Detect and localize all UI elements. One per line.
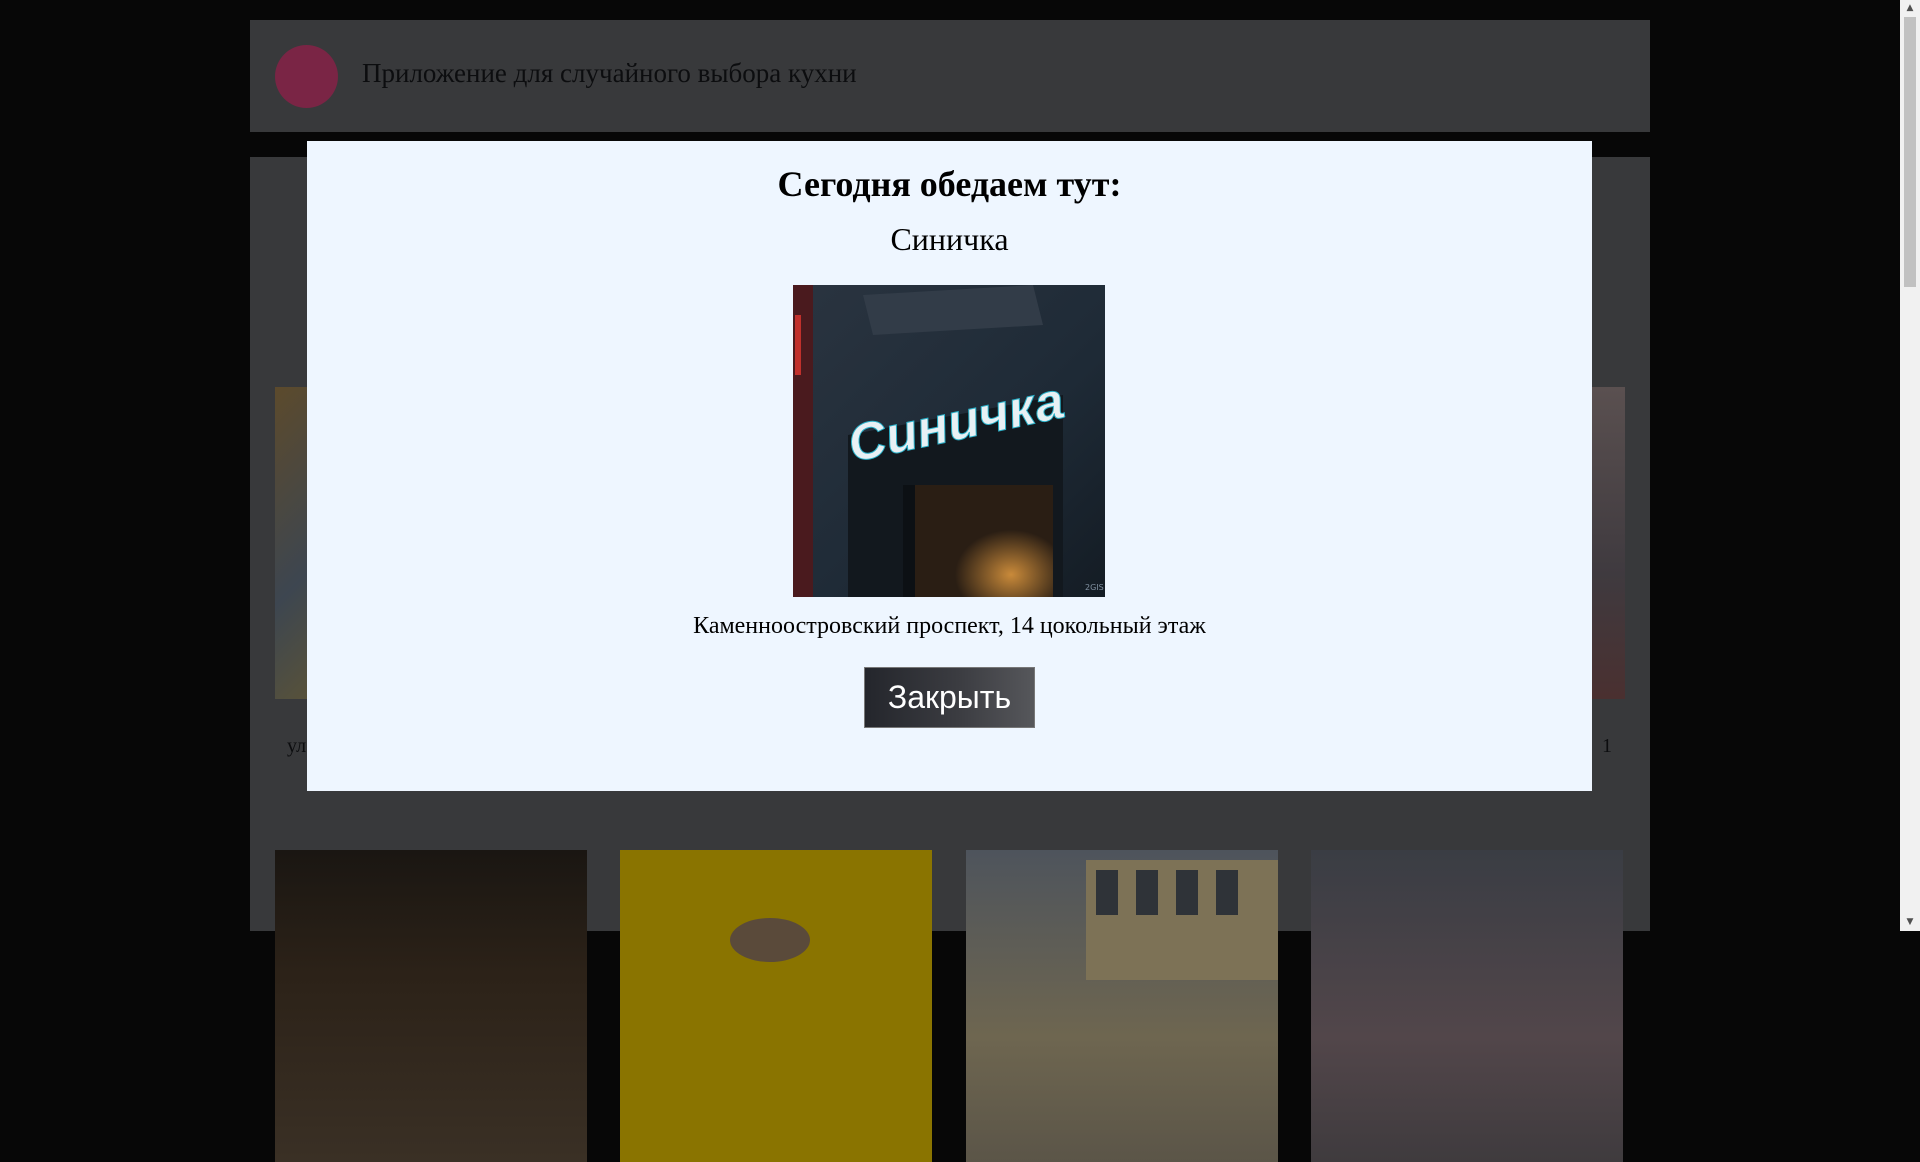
storefront-photo: Синичка 2GIS xyxy=(793,285,1105,597)
close-button[interactable]: Закрыть xyxy=(864,667,1035,728)
triangle-down-icon[interactable]: ▼ xyxy=(1900,914,1920,931)
restaurant-card-image[interactable] xyxy=(1311,850,1623,1162)
card-address-partial: 1 xyxy=(1602,735,1612,757)
app-title: Приложение для случайного выбора кухни xyxy=(362,58,857,88)
restaurant-card-image[interactable] xyxy=(966,850,1278,1162)
food-illustration xyxy=(730,918,810,962)
restaurant-photo: Синичка 2GIS xyxy=(793,285,1105,597)
app-header: Приложение для случайного выбора кухни xyxy=(250,20,1650,132)
building-illustration xyxy=(1086,860,1278,980)
restaurant-address: Каменноостровский проспект, 14 цокольный… xyxy=(693,613,1206,639)
result-modal: Сегодня обедаем тут: Синичка Синичка 2GI… xyxy=(307,141,1592,791)
scrollbar[interactable]: ▲ ▼ xyxy=(1900,0,1920,931)
modal-heading: Сегодня обедаем тут: xyxy=(777,164,1122,204)
restaurant-card-image[interactable] xyxy=(620,850,932,1162)
restaurant-name: Синичка xyxy=(890,221,1009,257)
triangle-up-icon[interactable]: ▲ xyxy=(1900,0,1920,17)
logo xyxy=(275,45,338,108)
photo-watermark: 2GIS xyxy=(1085,583,1104,592)
restaurant-card-image[interactable] xyxy=(275,850,587,1162)
scrollbar-thumb[interactable] xyxy=(1904,17,1916,287)
card-address-partial: ул xyxy=(287,735,307,757)
